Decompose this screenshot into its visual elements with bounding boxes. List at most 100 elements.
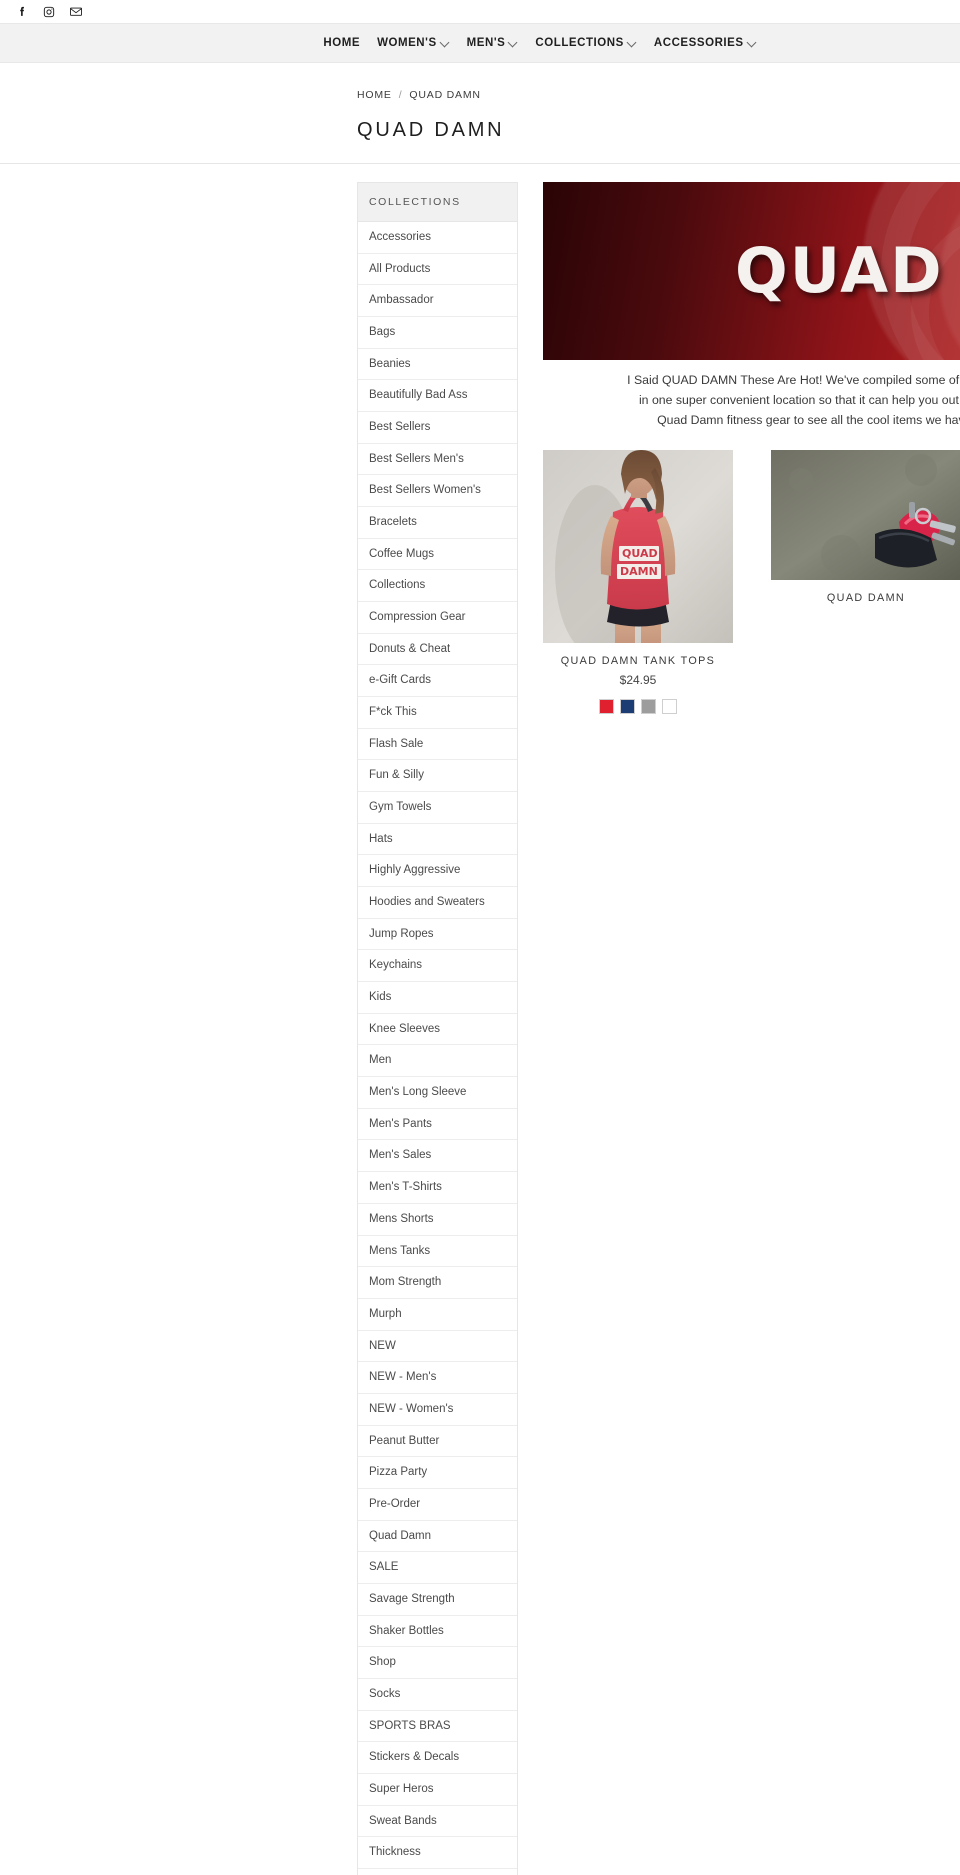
email-icon[interactable] <box>69 5 83 19</box>
description-line-3: Quad Damn fitness gear to see all the co… <box>657 412 960 427</box>
sidebar-item-new[interactable]: NEW <box>358 1331 517 1363</box>
sidebar-item-f-ck-this[interactable]: F*ck This <box>358 697 517 729</box>
sidebar-header: COLLECTIONS <box>358 183 517 222</box>
nav-item-mens[interactable]: MEN'S <box>467 37 519 49</box>
collection-banner: QUAD DAMN <box>543 182 960 360</box>
chevron-down-icon <box>748 38 757 47</box>
product-price: $24.95 <box>619 672 657 687</box>
sidebar-item-mens-shorts[interactable]: Mens Shorts <box>358 1204 517 1236</box>
product-card[interactable]: QUAD DAMN <box>771 449 960 714</box>
banner-title: QUAD DAMN <box>735 233 960 307</box>
sidebar-item-thigh-day-friday[interactable]: Thigh Day Friday <box>358 1869 517 1875</box>
facebook-icon[interactable] <box>15 5 29 19</box>
sidebar-item-stickers-decals[interactable]: Stickers & Decals <box>358 1742 517 1774</box>
sidebar-item-savage-strength[interactable]: Savage Strength <box>358 1584 517 1616</box>
breadcrumb-home[interactable]: HOME <box>357 89 392 101</box>
sidebar-item-murph[interactable]: Murph <box>358 1299 517 1331</box>
page-container: HOME / QUAD DAMN QUAD DAMN COLLECTIONS A… <box>0 63 960 1875</box>
sidebar-item-thickness[interactable]: Thickness <box>358 1837 517 1869</box>
sidebar-item-hoodies-and-sweaters[interactable]: Hoodies and Sweaters <box>358 887 517 919</box>
svg-text:DAMN: DAMN <box>620 565 658 578</box>
sidebar-item-coffee-mugs[interactable]: Coffee Mugs <box>358 539 517 571</box>
sidebar-item-men-s-sales[interactable]: Men's Sales <box>358 1140 517 1173</box>
sidebar-item-bracelets[interactable]: Bracelets <box>358 507 517 539</box>
sidebar-item-best-sellers-women-s[interactable]: Best Sellers Women's <box>358 475 517 508</box>
product-image[interactable] <box>771 449 960 580</box>
sidebar-item-mens-tanks[interactable]: Mens Tanks <box>358 1236 517 1268</box>
breadcrumb: HOME / QUAD DAMN <box>0 89 960 101</box>
sidebar-item-pizza-party[interactable]: Pizza Party <box>358 1457 517 1489</box>
sidebar-item-bags[interactable]: Bags <box>358 317 517 349</box>
sidebar-item-mom-strength[interactable]: Mom Strength <box>358 1267 517 1299</box>
sidebar-item-sweat-bands[interactable]: Sweat Bands <box>358 1806 517 1838</box>
nav-item-home[interactable]: HOME <box>323 37 360 49</box>
sidebar-item-e-gift-cards[interactable]: e-Gift Cards <box>358 665 517 698</box>
nav-item-collections[interactable]: COLLECTIONS <box>535 37 636 49</box>
main-navigation: HOME WOMEN'S MEN'S COLLECTIONS ACCESSORI… <box>0 23 960 63</box>
swatch-white[interactable] <box>662 698 677 714</box>
content-area: COLLECTIONS Accessories All Products Ambas… <box>0 164 960 1875</box>
nav-label: ACCESSORIES <box>653 37 744 49</box>
nav-label: COLLECTIONS <box>535 37 624 49</box>
sidebar-item-men[interactable]: Men <box>358 1045 517 1078</box>
sidebar-item-all-products[interactable]: All Products <box>358 254 517 286</box>
sidebar-item-men-s-pants[interactable]: Men's Pants <box>358 1109 517 1141</box>
nav-item-womens[interactable]: WOMEN'S <box>377 37 450 49</box>
breadcrumb-separator: / <box>398 89 403 101</box>
sidebar-item-ambassador[interactable]: Ambassador <box>358 285 517 318</box>
swatch-navy[interactable] <box>620 698 635 714</box>
collections-sidebar: COLLECTIONS Accessories All Products Ambas… <box>357 182 518 1875</box>
sidebar-item-peanut-butter[interactable]: Peanut Butter <box>358 1426 517 1458</box>
sidebar-item-jump-ropes[interactable]: Jump Ropes <box>358 919 517 951</box>
description-line-1: I Said QUAD DAMN These Are Hot! We've co… <box>627 373 960 387</box>
nav-label: WOMEN'S <box>377 37 437 49</box>
sidebar-item-kids[interactable]: Kids <box>358 982 517 1014</box>
sidebar-item-shaker-bottles[interactable]: Shaker Bottles <box>358 1616 517 1648</box>
chevron-down-icon <box>628 38 637 47</box>
sidebar-item-men-s-long-sleeve[interactable]: Men's Long Sleeve <box>358 1077 517 1109</box>
collection-description: I Said QUAD DAMN These Are Hot! We've co… <box>543 371 960 431</box>
sidebar-item-fun-silly[interactable]: Fun & Silly <box>358 760 517 793</box>
sidebar-item-pre-order[interactable]: Pre-Order <box>358 1489 517 1521</box>
product-title: QUAD DAMN TANK TOPS <box>560 654 716 667</box>
sidebar-item-accessories[interactable]: Accessories <box>358 222 517 254</box>
main-column: QUAD DAMN I Said QUAD DAMN These Are Hot… <box>518 182 960 1875</box>
sidebar-item-sale[interactable]: SALE <box>358 1552 517 1584</box>
sidebar-item-keychains[interactable]: Keychains <box>358 950 517 983</box>
sidebar-item-donuts-cheat[interactable]: Donuts & Cheat <box>358 634 517 666</box>
instagram-icon[interactable] <box>42 5 56 19</box>
sidebar-item-collections[interactable]: Collections <box>358 570 517 603</box>
nav-label: HOME <box>323 37 361 49</box>
sidebar-item-quad-damn[interactable]: Quad Damn <box>358 1521 517 1553</box>
nav-label: MEN'S <box>466 37 506 49</box>
sidebar-item-new-women-s[interactable]: NEW - Women's <box>358 1394 517 1426</box>
sidebar-item-sports-bras[interactable]: SPORTS BRAS <box>358 1711 517 1743</box>
swatch-red[interactable] <box>599 698 614 714</box>
sidebar-item-men-s-t-shirts[interactable]: Men's T-Shirts <box>358 1172 517 1204</box>
sidebar-item-beanies[interactable]: Beanies <box>358 349 517 381</box>
sidebar-item-best-sellers-men-s[interactable]: Best Sellers Men's <box>358 444 517 476</box>
sidebar-item-flash-sale[interactable]: Flash Sale <box>358 729 517 761</box>
sidebar-item-shop[interactable]: Shop <box>358 1647 517 1679</box>
description-line-2: in one super convenient location so that… <box>638 392 960 407</box>
chevron-down-icon <box>441 38 450 47</box>
nav-item-accessories[interactable]: ACCESSORIES <box>654 37 757 49</box>
sidebar-item-knee-sleeves[interactable]: Knee Sleeves <box>358 1014 517 1046</box>
color-swatches <box>543 698 733 714</box>
svg-text:QUAD: QUAD <box>622 547 658 560</box>
sidebar-item-highly-aggressive[interactable]: Highly Aggressive <box>358 855 517 888</box>
sidebar-item-beautifully-bad-ass[interactable]: Beautifully Bad Ass <box>358 380 517 413</box>
sidebar-item-socks[interactable]: Socks <box>358 1679 517 1711</box>
sidebar-item-compression-gear[interactable]: Compression Gear <box>358 602 517 634</box>
sidebar-item-hats[interactable]: Hats <box>358 824 517 856</box>
product-image[interactable]: QUAD DAMN <box>543 449 733 643</box>
product-title: QUAD DAMN <box>826 591 906 604</box>
sidebar-item-gym-towels[interactable]: Gym Towels <box>358 792 517 824</box>
sidebar-item-new-men-s[interactable]: NEW - Men's <box>358 1362 517 1394</box>
product-card[interactable]: QUAD DAMN QUAD DAMN TANK TOPS $24.95 <box>543 449 733 714</box>
breadcrumb-current: QUAD DAMN <box>409 89 481 101</box>
sidebar-item-best-sellers[interactable]: Best Sellers <box>358 412 517 444</box>
page-title: QUAD DAMN <box>357 119 505 141</box>
sidebar-item-super-heros[interactable]: Super Heros <box>358 1774 517 1806</box>
swatch-grey[interactable] <box>641 698 656 714</box>
